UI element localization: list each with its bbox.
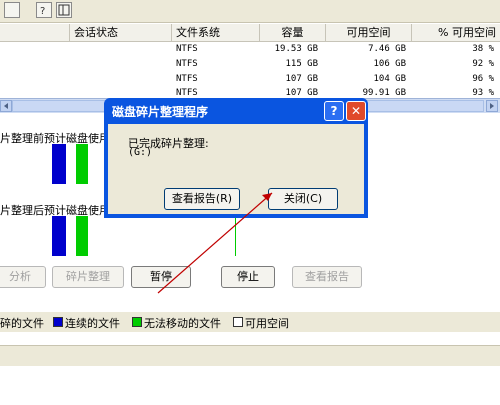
free-cell: 106 GB — [373, 59, 406, 69]
pct-cell: 92 % — [472, 59, 494, 69]
legend: 碎的文件 连续的文件 无法移动的文件 可用空间 — [0, 312, 500, 332]
help-icon[interactable]: ? — [36, 2, 52, 18]
legend-unmovable-swatch — [132, 317, 142, 327]
legend-contiguous-swatch — [53, 317, 63, 327]
capacity-cell: 19.53 GB — [274, 44, 318, 54]
properties-icon[interactable] — [4, 2, 20, 18]
capacity-header[interactable]: 容量 — [260, 24, 326, 41]
capacity-cell: 107 GB — [285, 74, 318, 84]
table-row[interactable]: NTFS 115 GB 106 GB 92 % — [0, 58, 500, 71]
fs-cell: NTFS — [176, 74, 198, 84]
legend-unmovable-label: 无法移动的文件 — [144, 317, 221, 330]
scroll-left-icon[interactable] — [0, 100, 12, 112]
volume-list: 会话状态 文件系统 容量 可用空间 % 可用空间 NTFS 19.53 GB 7… — [0, 24, 500, 99]
legend-free-swatch — [233, 317, 243, 327]
pct-free-header[interactable]: % 可用空间 — [412, 24, 500, 41]
view-report-button[interactable]: 查看报告 — [292, 266, 362, 288]
capacity-cell: 115 GB — [285, 59, 318, 69]
free-cell: 7.46 GB — [368, 44, 406, 54]
file-system-header[interactable]: 文件系统 — [172, 24, 260, 41]
console-tree-icon[interactable] — [56, 2, 72, 18]
close-icon[interactable]: ✕ — [346, 101, 366, 121]
svg-text:?: ? — [40, 6, 45, 17]
legend-fragmented-label: 碎的文件 — [0, 317, 44, 330]
fs-cell: NTFS — [176, 88, 198, 97]
legend-free-label: 可用空间 — [245, 317, 289, 330]
annotation-arrow — [157, 192, 273, 294]
pct-cell: 38 % — [472, 44, 494, 54]
fs-cell: NTFS — [176, 44, 198, 54]
dialog-title: 磁盘碎片整理程序 — [112, 105, 209, 119]
analyze-button[interactable]: 分析 — [0, 266, 46, 288]
legend-contiguous-label: 连续的文件 — [65, 317, 120, 330]
unmovable-bar — [76, 144, 88, 184]
dialog-drive: (G:) — [128, 147, 153, 158]
session-status-header[interactable]: 会话状态 — [70, 24, 172, 41]
toolbar: ? — [0, 0, 500, 23]
free-space-header[interactable]: 可用空间 — [326, 24, 412, 41]
unmovable-bar — [76, 216, 88, 256]
contiguous-bar — [52, 216, 66, 256]
table-row[interactable]: NTFS 107 GB 104 GB 96 % — [0, 73, 500, 86]
contiguous-bar — [52, 144, 66, 184]
defragment-button[interactable]: 碎片整理 — [52, 266, 124, 288]
pct-cell: 96 % — [472, 74, 494, 84]
volume-list-header: 会话状态 文件系统 容量 可用空间 % 可用空间 — [0, 24, 500, 42]
pct-cell: 93 % — [472, 88, 494, 97]
capacity-cell: 107 GB — [285, 88, 318, 97]
scroll-right-icon[interactable] — [486, 100, 498, 112]
help-button[interactable]: ? — [324, 101, 344, 121]
volume-column-header[interactable] — [0, 24, 70, 41]
table-row[interactable]: NTFS 19.53 GB 7.46 GB 38 % — [0, 43, 500, 56]
free-cell: 99.91 GB — [362, 88, 406, 97]
free-cell: 104 GB — [373, 74, 406, 84]
table-row[interactable]: NTFS 107 GB 99.91 GB 93 % — [0, 87, 500, 97]
status-bar — [0, 345, 500, 366]
fs-cell: NTFS — [176, 59, 198, 69]
